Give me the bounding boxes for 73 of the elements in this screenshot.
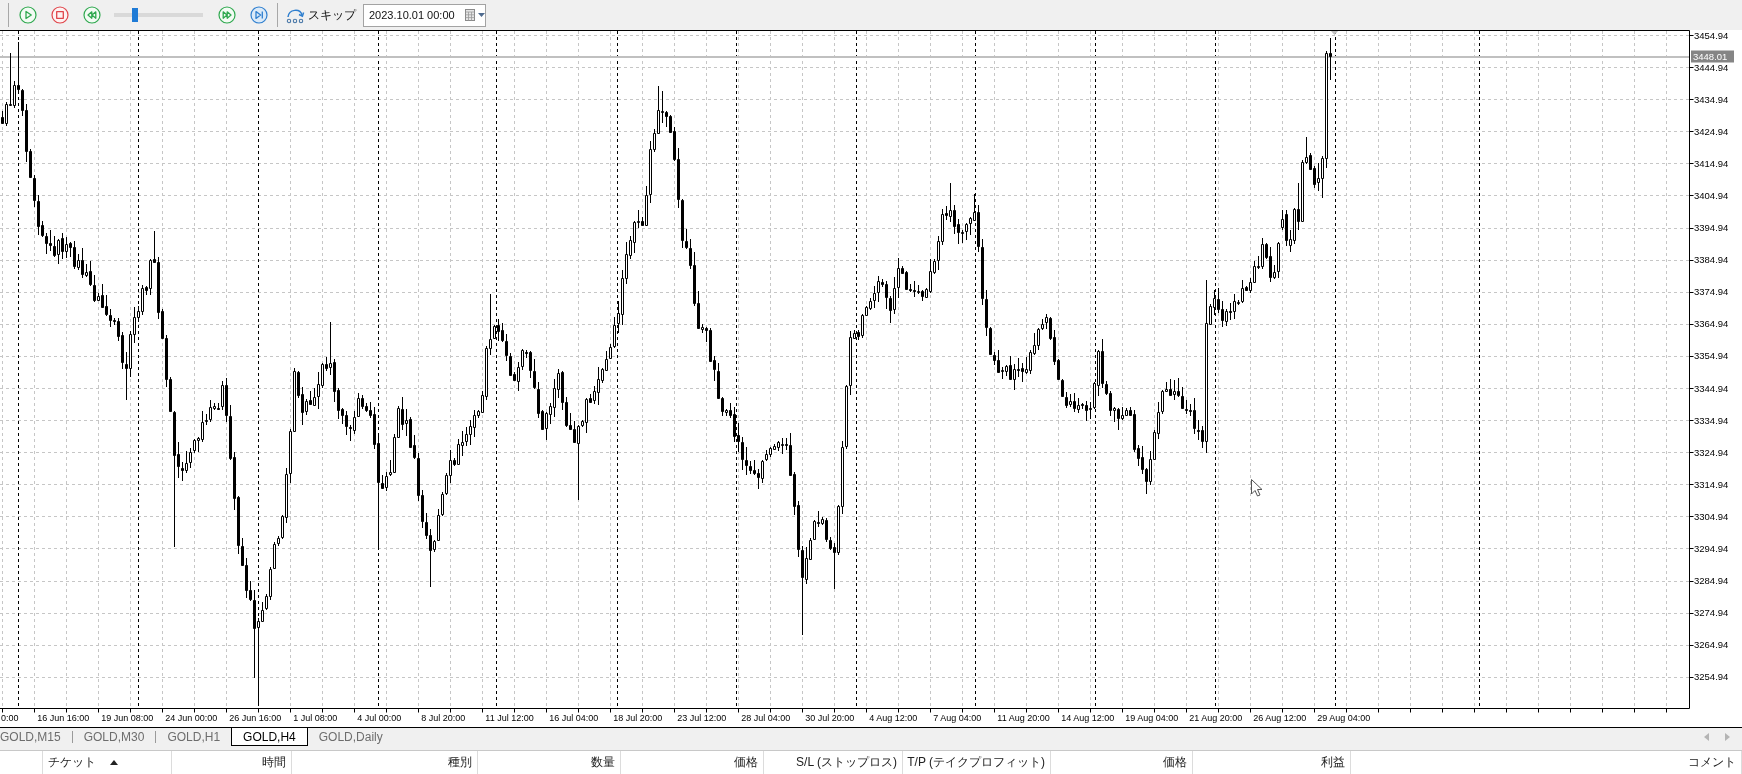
time-label: 16 Jul 04:00 — [549, 713, 599, 723]
tab[interactable]: GOLD,M30 — [72, 728, 156, 746]
time-label: 26 Jun 16:00 — [229, 713, 282, 723]
price-label: 3424.94 — [1694, 125, 1729, 137]
time-label: 24 Jun 00:00 — [165, 713, 218, 723]
time-label: 18 Jul 20:00 — [613, 713, 663, 723]
price-label: 3274.94 — [1694, 607, 1729, 619]
price-label: 3374.94 — [1694, 286, 1729, 298]
time-label: 19 Aug 04:00 — [1125, 713, 1179, 723]
column-header[interactable]: 利益 — [1193, 751, 1351, 774]
time-label: 23 Jul 12:00 — [677, 713, 727, 723]
time-label: 11 Aug 20:00 — [997, 713, 1050, 723]
time-label: 21 Aug 20:00 — [1189, 713, 1243, 723]
price-label: 3434.94 — [1694, 93, 1729, 105]
slider-thumb[interactable] — [132, 8, 139, 22]
sort-ascending-icon — [110, 760, 118, 765]
column-header[interactable]: S/L (ストップロス) — [764, 751, 903, 774]
price-label: 3444.94 — [1694, 61, 1729, 73]
price-label: 3414.94 — [1694, 157, 1729, 169]
calendar-icon — [464, 9, 475, 21]
price-label: 3324.94 — [1694, 446, 1729, 458]
price-label: 3384.94 — [1694, 254, 1729, 266]
price-label: 3304.94 — [1694, 510, 1729, 522]
column-header[interactable]: 価格 — [621, 751, 764, 774]
price-label: 3354.94 — [1694, 350, 1729, 362]
price-label: 3284.94 — [1694, 575, 1729, 586]
column-header[interactable]: T/P (テイクプロフィット) — [903, 751, 1051, 774]
tab[interactable]: GOLD,M15 — [0, 728, 72, 746]
time-label: 4 Aug 12:00 — [869, 713, 918, 723]
time-label: 28 Jul 04:00 — [741, 713, 791, 723]
price-label: 3334.94 — [1694, 414, 1729, 426]
time-label: 14 Aug 12:00 — [1061, 713, 1115, 723]
price-label: 3344.94 — [1694, 382, 1729, 394]
tab[interactable]: GOLD,Daily — [307, 728, 394, 746]
column-header[interactable]: 価格 — [1051, 751, 1193, 774]
fast-forward-icon[interactable] — [218, 6, 236, 24]
column-header[interactable]: 種別 — [292, 751, 478, 774]
time-label: 4 Jul 00:00 — [357, 713, 402, 723]
time-label: 0:00 — [1, 713, 19, 723]
time-label: 8 Jul 20:00 — [421, 713, 466, 723]
skip-button[interactable]: スキップ — [285, 4, 356, 26]
column-header[interactable]: コメント — [1351, 751, 1742, 774]
column-header[interactable]: チケット — [43, 751, 172, 774]
price-label: 3314.94 — [1694, 478, 1729, 490]
scroll-left-icon[interactable] — [1704, 733, 1709, 741]
mouse-pointer-icon — [1251, 479, 1263, 497]
column-header[interactable]: 時間 — [172, 751, 292, 774]
time-label: 29 Aug 04:00 — [1317, 713, 1371, 723]
time-label: 1 Jul 08:00 — [293, 713, 338, 723]
time-label: 7 Aug 04:00 — [933, 713, 982, 723]
date-field[interactable]: 2023.10.01 00:00 — [363, 3, 486, 27]
play-icon[interactable] — [19, 6, 37, 24]
time-label: 16 Jun 16:00 — [37, 713, 90, 723]
time-label: 19 Jun 08:00 — [101, 713, 154, 723]
current-price-tag: 3448.01 — [1691, 50, 1734, 63]
time-label: 11 Jul 12:00 — [485, 713, 534, 723]
tab[interactable]: GOLD,H1 — [156, 728, 232, 746]
time-label: 26 Aug 12:00 — [1253, 713, 1307, 723]
rewind-icon[interactable] — [83, 6, 101, 24]
scroll-right-icon[interactable] — [1725, 733, 1730, 741]
price-label: 3454.94 — [1694, 30, 1729, 41]
price-label: 3394.94 — [1694, 222, 1729, 233]
stop-icon[interactable] — [51, 6, 69, 24]
time-label: 30 Jul 20:00 — [805, 713, 855, 723]
price-label: 3404.94 — [1694, 190, 1729, 201]
price-label: 3294.94 — [1694, 542, 1729, 554]
price-label: 3264.94 — [1694, 639, 1729, 651]
column-header[interactable]: 数量 — [478, 751, 621, 774]
price-label: 3364.94 — [1694, 318, 1729, 330]
caret-icon — [477, 13, 485, 17]
tab[interactable]: GOLD,H4 — [231, 728, 308, 746]
price-label: 3254.94 — [1694, 671, 1729, 683]
step-forward-icon[interactable] — [250, 6, 268, 24]
